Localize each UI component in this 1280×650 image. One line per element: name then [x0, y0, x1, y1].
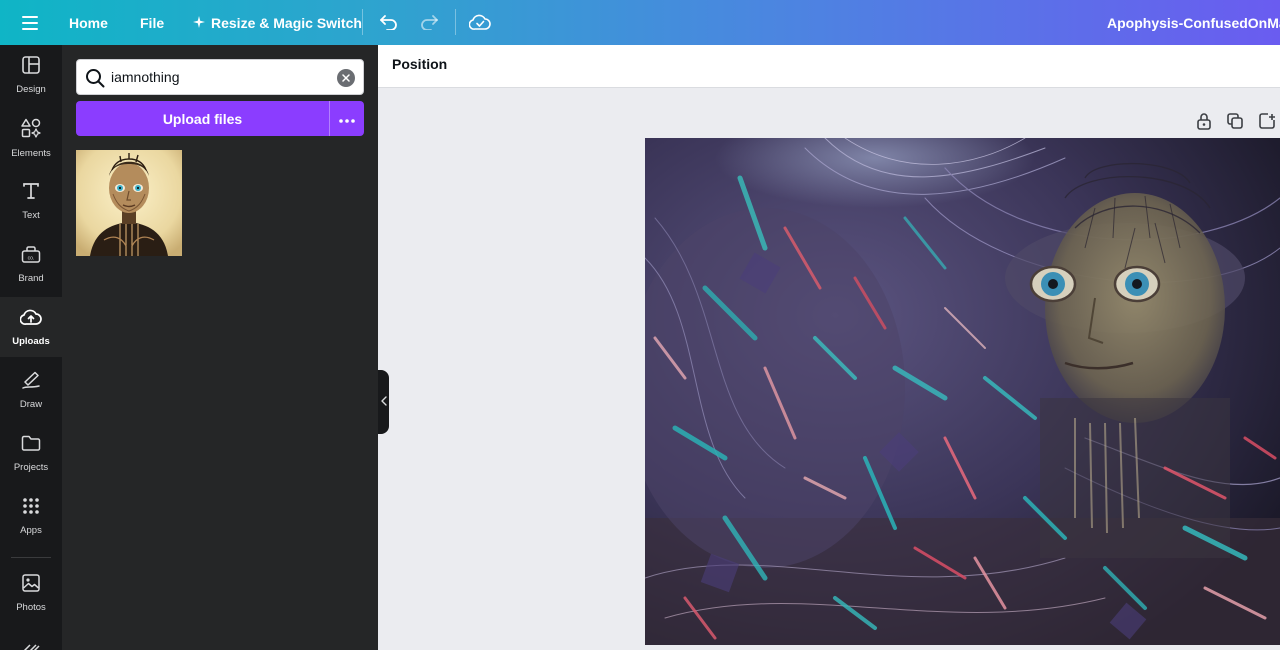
divider — [362, 9, 363, 35]
lock-icon[interactable] — [1194, 111, 1214, 131]
document-title[interactable]: Apophysis-ConfusedOnMany — [1107, 0, 1280, 45]
rail-item-uploads[interactable]: Uploads — [0, 297, 62, 357]
cloud-saved-icon[interactable] — [467, 9, 493, 35]
rail-label: Apps — [20, 524, 42, 536]
clear-search-icon[interactable] — [337, 69, 355, 87]
chevron-left-icon — [380, 393, 387, 411]
undo-icon[interactable] — [376, 9, 402, 35]
menu-icon[interactable] — [18, 11, 42, 35]
rail-label: Design — [16, 83, 46, 95]
rail-item-text[interactable]: Text — [0, 171, 62, 231]
rail-item-photos[interactable]: Photos — [0, 563, 62, 623]
uploads-panel: Upload files — [62, 45, 378, 650]
file-menu-button[interactable]: File — [140, 0, 164, 45]
top-bar: Home File Resize & Magic Switch Apophysi… — [0, 0, 1280, 45]
brand-icon: co. — [21, 245, 41, 268]
rail-label: Brand — [18, 272, 44, 284]
rail-item-elements[interactable]: Elements — [0, 108, 62, 168]
rail-item-design[interactable]: Design — [0, 45, 62, 105]
rail-label: Text — [22, 209, 40, 221]
upload-files-button[interactable]: Upload files — [76, 101, 329, 136]
rail-item-projects[interactable]: Projects — [0, 423, 62, 483]
sparkle-icon — [193, 15, 205, 31]
rail-label: Photos — [16, 601, 46, 613]
design-page-canvas[interactable] — [645, 138, 1280, 645]
text-icon — [22, 182, 40, 205]
rail-item-brand[interactable]: co. Brand — [0, 234, 62, 294]
context-toolbar: Position — [378, 45, 1280, 88]
search-icon — [85, 68, 105, 88]
draw-icon — [21, 371, 41, 394]
duplicate-page-icon[interactable] — [1225, 111, 1245, 131]
search-input[interactable] — [111, 60, 331, 94]
design-icon — [22, 55, 40, 79]
folder-icon — [21, 434, 41, 457]
home-button[interactable]: Home — [69, 0, 108, 45]
rail-label: Draw — [19, 398, 43, 410]
search-box — [76, 59, 364, 95]
more-dots-icon — [339, 110, 355, 128]
upload-cloud-icon — [19, 308, 42, 331]
add-page-icon[interactable] — [1257, 111, 1277, 131]
rail-divider — [11, 557, 51, 558]
rail-label: Elements — [11, 147, 51, 159]
collapse-panel-handle[interactable] — [378, 370, 389, 434]
rail-label: Uploads — [12, 335, 50, 347]
upload-more-options-button[interactable] — [329, 101, 364, 136]
svg-text:co.: co. — [28, 255, 35, 261]
resize-label: Resize & Magic Switch — [211, 14, 362, 31]
fractal-artwork-image — [645, 138, 1280, 645]
resize-magic-switch-button[interactable]: Resize & Magic Switch — [193, 0, 362, 45]
apps-grid-icon — [22, 497, 40, 520]
side-nav-rail: Design Elements Text co. Brand Uploads D… — [0, 45, 62, 650]
uploaded-image-thumbnail[interactable] — [76, 150, 182, 256]
rail-label: Projects — [13, 461, 49, 473]
redo-icon[interactable] — [416, 9, 442, 35]
rail-item-apps[interactable]: Apps — [0, 486, 62, 546]
photos-icon — [22, 573, 40, 597]
elements-icon — [21, 118, 41, 143]
position-button[interactable]: Position — [392, 56, 447, 72]
divider — [455, 9, 456, 35]
more-tools-icon[interactable] — [22, 643, 40, 650]
rail-item-draw[interactable]: Draw — [0, 360, 62, 420]
